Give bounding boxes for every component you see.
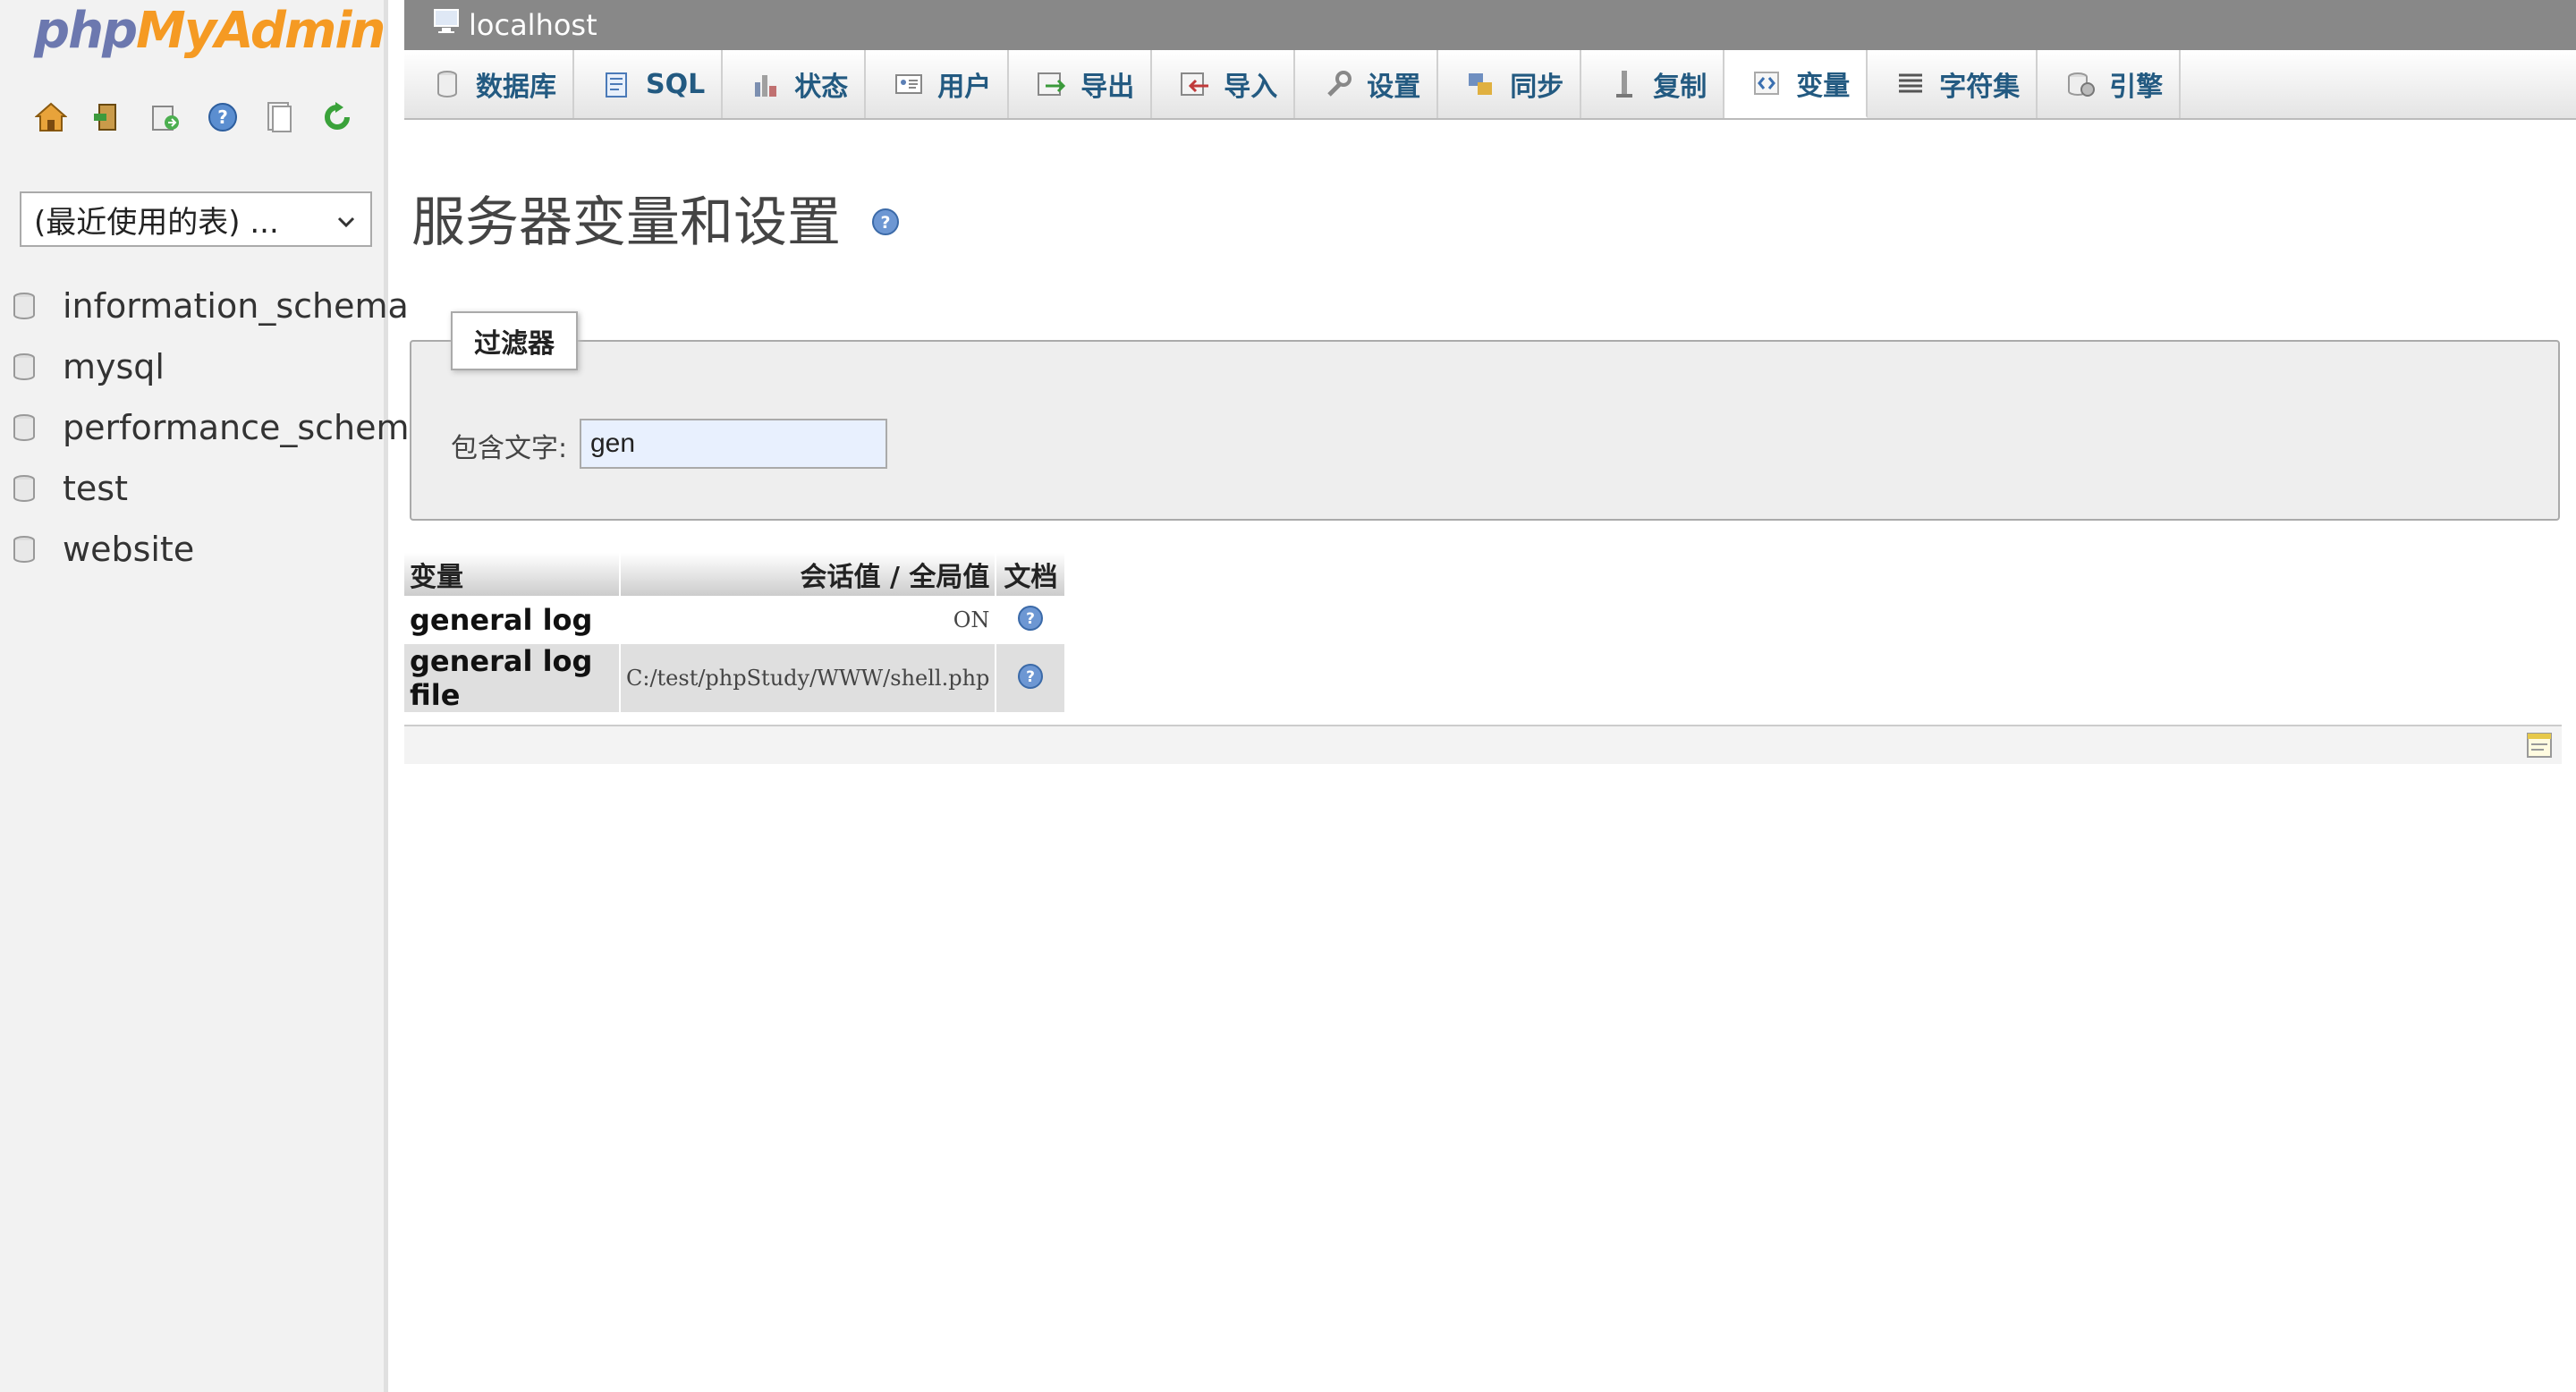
- console-icon[interactable]: [2526, 732, 2553, 762]
- help-icon: ?: [1018, 664, 1044, 689]
- logo-text-myadmin: MyAdmin: [136, 2, 386, 60]
- variables-icon: [1751, 67, 1784, 99]
- database-icon: [13, 293, 35, 319]
- tab-label: 数据库: [476, 72, 556, 103]
- engines-icon: [2064, 68, 2097, 100]
- svg-text:?: ?: [1026, 610, 1035, 628]
- tab-label: 引擎: [2109, 72, 2164, 103]
- database-item-performance-schema[interactable]: performance_schema: [11, 397, 430, 458]
- tab-sync[interactable]: 同步: [1438, 50, 1582, 118]
- sync-icon: [1465, 68, 1497, 100]
- column-header-value[interactable]: 会话值 / 全局值: [620, 553, 997, 596]
- database-icon: [431, 68, 463, 100]
- reload-icon[interactable]: [320, 100, 354, 134]
- doc-link[interactable]: ?: [996, 644, 1067, 712]
- status-icon: [750, 68, 782, 100]
- svg-text:?: ?: [880, 213, 890, 233]
- navigation-quick-links: ?: [34, 100, 354, 134]
- settings-icon: [1322, 68, 1354, 100]
- tab-label: 用户: [937, 72, 992, 103]
- console-bar: [404, 725, 2562, 764]
- filter-contains-label: 包含文字:: [451, 433, 568, 464]
- page-title: 服务器变量和设置 ?: [411, 179, 900, 257]
- home-icon[interactable]: [34, 100, 68, 134]
- database-item-information-schema[interactable]: information_schema: [11, 276, 430, 336]
- database-icon: [13, 353, 35, 380]
- navigation-panel: phpMyAdmin ? (最近使用的表) ... information_sc…: [0, 0, 430, 1392]
- database-tree: information_schema mysql performance_sch…: [11, 276, 430, 580]
- column-header-variable[interactable]: 变量: [404, 553, 621, 596]
- variable-value[interactable]: ON: [620, 596, 997, 644]
- filter-legend: 过滤器: [451, 311, 578, 370]
- tab-databases[interactable]: 数据库: [404, 50, 574, 118]
- tab-label: 字符集: [1939, 72, 2021, 103]
- tab-status[interactable]: 状态: [723, 50, 867, 118]
- doc-link[interactable]: ?: [996, 596, 1067, 644]
- database-item-website[interactable]: website: [11, 519, 430, 580]
- recent-tables-select[interactable]: (最近使用的表) ...: [20, 191, 372, 247]
- database-item-test[interactable]: test: [11, 458, 430, 519]
- replication-icon: [1608, 68, 1640, 100]
- tab-label: SQL: [646, 68, 706, 100]
- database-name: test: [63, 469, 128, 508]
- server-tabs: 数据库 SQL 状态 用户 导出 导入 设置 同步 复制 变量 字符集 引擎: [404, 50, 2576, 120]
- database-name: information_schema: [63, 286, 409, 326]
- tab-users[interactable]: 用户: [866, 50, 1010, 118]
- filter-text-input[interactable]: [580, 419, 887, 469]
- phpmyadmin-window: phpMyAdmin ? (最近使用的表) ... information_sc…: [0, 0, 2576, 1392]
- variable-name: general log file: [404, 644, 621, 712]
- logout-icon[interactable]: [91, 100, 125, 134]
- table-header-row: 变量 会话值 / 全局值 文档: [404, 553, 1067, 596]
- tab-label: 导入: [1224, 72, 1278, 103]
- recent-tables-selected-value: (最近使用的表) ...: [34, 204, 279, 241]
- chevron-down-icon: [335, 206, 358, 242]
- database-icon: [13, 475, 35, 502]
- tab-label: 同步: [1510, 72, 1564, 103]
- help-icon: ?: [1018, 606, 1044, 631]
- charset-icon: [1894, 68, 1927, 100]
- docs-icon[interactable]: [263, 100, 297, 134]
- sql-icon: [601, 68, 633, 100]
- server-icon: [433, 8, 463, 42]
- variable-name: general log: [404, 596, 621, 644]
- database-icon: [13, 414, 35, 441]
- tab-label: 导出: [1080, 72, 1135, 103]
- tab-sql[interactable]: SQL: [574, 50, 724, 118]
- table-row: general log file C:/test/phpStudy/WWW/sh…: [404, 644, 1067, 712]
- variables-table: 变量 会话值 / 全局值 文档 general log ON ? general…: [404, 553, 1067, 712]
- svg-text:?: ?: [217, 106, 228, 128]
- tab-label: 复制: [1653, 72, 1707, 103]
- tab-variables[interactable]: 变量: [1724, 50, 1868, 118]
- variable-value[interactable]: C:/test/phpStudy/WWW/shell.php: [620, 644, 997, 712]
- tab-label: 状态: [794, 72, 849, 103]
- export-icon: [1036, 68, 1068, 100]
- tab-import[interactable]: 导入: [1152, 50, 1296, 118]
- tab-export[interactable]: 导出: [1009, 50, 1153, 118]
- tab-engines[interactable]: 引擎: [2038, 50, 2182, 118]
- database-name: mysql: [63, 347, 165, 386]
- help-icon[interactable]: ?: [871, 187, 900, 250]
- tab-replication[interactable]: 复制: [1581, 50, 1725, 118]
- phpmyadmin-logo[interactable]: phpMyAdmin: [34, 2, 386, 60]
- database-name: website: [63, 530, 195, 569]
- page-title-text: 服务器变量和设置: [411, 191, 841, 254]
- table-row: general log ON ?: [404, 596, 1067, 644]
- column-header-docs: 文档: [996, 553, 1067, 596]
- database-icon: [13, 536, 35, 563]
- tab-settings[interactable]: 设置: [1295, 50, 1439, 118]
- server-name-link[interactable]: localhost: [469, 8, 597, 42]
- server-breadcrumb: localhost: [404, 0, 2576, 51]
- users-icon: [893, 68, 925, 100]
- tab-label: 设置: [1367, 72, 1421, 103]
- svg-text:?: ?: [1026, 668, 1035, 686]
- import-icon: [1179, 68, 1211, 100]
- database-name: performance_schema: [63, 408, 430, 447]
- database-item-mysql[interactable]: mysql: [11, 336, 430, 397]
- tab-label: 变量: [1796, 71, 1851, 102]
- sql-query-window-icon[interactable]: [148, 100, 182, 134]
- help-icon[interactable]: ?: [206, 100, 240, 134]
- logo-text-php: php: [34, 2, 138, 60]
- tab-charsets[interactable]: 字符集: [1868, 50, 2038, 118]
